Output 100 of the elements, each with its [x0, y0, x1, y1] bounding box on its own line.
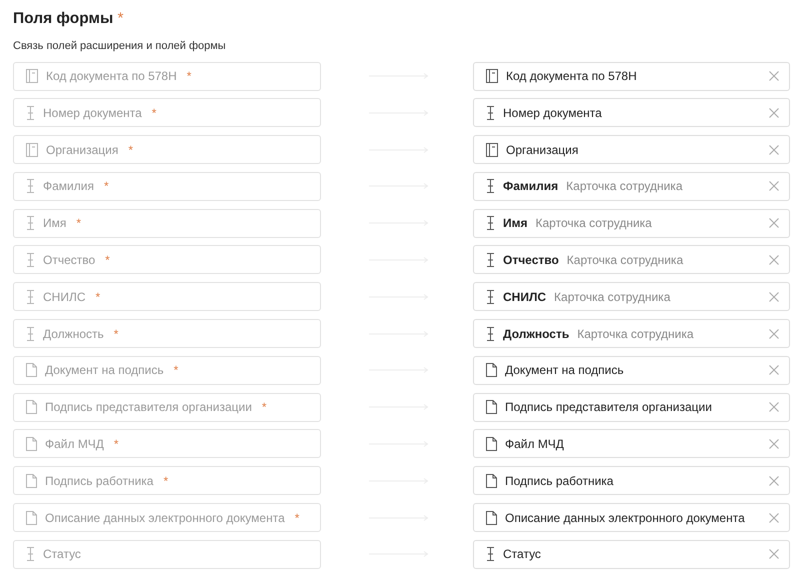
close-icon[interactable]: [769, 328, 779, 339]
text-cursor-icon: [486, 252, 495, 267]
required-mark: *: [105, 252, 110, 269]
required-mark: *: [186, 68, 192, 85]
text-cursor-icon: [486, 179, 495, 194]
close-icon[interactable]: [769, 512, 779, 523]
field-name: Подпись представителя организации: [505, 399, 712, 416]
form-icon: [486, 142, 498, 157]
required-mark: *: [104, 178, 109, 196]
file-icon: [26, 400, 37, 414]
text-cursor-icon: [26, 252, 35, 267]
required-mark: *: [294, 510, 300, 527]
text-cursor-icon: [26, 290, 35, 304]
mapped-field[interactable]: Код документа по 578Н: [473, 62, 790, 90]
close-icon[interactable]: [769, 254, 779, 265]
close-icon[interactable]: [769, 292, 779, 302]
mapped-field[interactable]: СНИЛС Карточка сотрудника: [473, 282, 790, 312]
field-label: Статус: [43, 546, 81, 564]
section-title: Поля формы: [13, 10, 114, 27]
field-name: Организация: [506, 142, 578, 159]
mapped-field[interactable]: Подпись работника: [473, 466, 790, 496]
file-icon: [26, 363, 37, 378]
close-icon[interactable]: [769, 365, 779, 376]
required-mark: *: [76, 215, 82, 232]
close-icon[interactable]: [769, 181, 779, 192]
mapped-field[interactable]: Должность Карточка сотрудника: [473, 319, 790, 348]
required-mark: *: [128, 142, 134, 159]
field-name: Имя: [503, 215, 528, 232]
file-icon: [26, 436, 37, 451]
field-label: СНИЛС: [43, 288, 86, 306]
field-label: Имя: [43, 215, 66, 232]
required-mark: *: [174, 362, 178, 380]
field-name: Номер документа: [503, 104, 602, 122]
source-label: Карточка сотрудника: [566, 252, 684, 269]
field-label: Описание данных электронного документа: [45, 510, 285, 527]
field-name: Фамилия: [503, 178, 558, 196]
source-label: Карточка сотрудника: [554, 288, 670, 306]
field-name: Код документа по 578Н: [506, 68, 637, 85]
mapped-field[interactable]: Отчество Карточка сотрудника: [473, 245, 790, 274]
field-name: СНИЛС: [503, 288, 546, 306]
mapped-field[interactable]: Документ на подпись: [473, 356, 790, 385]
close-icon[interactable]: [769, 144, 779, 155]
text-cursor-icon: [26, 547, 35, 562]
text-cursor-icon: [486, 326, 495, 341]
mapped-field[interactable]: Статус: [473, 540, 790, 569]
close-icon[interactable]: [769, 438, 779, 449]
text-cursor-icon: [26, 216, 35, 230]
close-icon[interactable]: [769, 476, 779, 486]
source-label: Карточка сотрудника: [536, 215, 652, 232]
field-name: Статус: [503, 546, 541, 564]
text-cursor-icon: [486, 547, 495, 562]
field-label: Код документа по 578Н: [46, 68, 177, 85]
field-label: Подпись представителя организации: [45, 399, 252, 416]
field-label: Организация: [46, 142, 118, 159]
source-label: Карточка сотрудника: [577, 326, 694, 343]
mapped-field[interactable]: Имя Карточка сотрудника: [473, 208, 790, 238]
source-label: Карточка сотрудника: [566, 178, 682, 196]
field-name: Должность: [503, 326, 570, 343]
required-mark: *: [262, 399, 267, 416]
file-icon: [486, 436, 497, 451]
text-cursor-icon: [26, 326, 35, 341]
field-name: Файл МЧД: [505, 436, 564, 453]
file-icon: [486, 363, 497, 378]
mapped-field[interactable]: Описание данных электронного документа: [473, 503, 790, 532]
close-icon[interactable]: [769, 218, 779, 228]
mapped-field[interactable]: Фамилия Карточка сотрудника: [473, 172, 790, 201]
file-icon: [26, 510, 37, 525]
mapped-field[interactable]: Подпись представителя организации: [473, 392, 790, 422]
close-icon[interactable]: [769, 71, 779, 81]
text-cursor-icon: [486, 106, 495, 120]
form-icon: [26, 69, 38, 83]
file-icon: [486, 400, 497, 414]
field-label: Документ на подпись: [45, 362, 164, 380]
field-name: Описание данных электронного документа: [505, 510, 745, 527]
mapped-field[interactable]: Номер документа: [473, 98, 790, 128]
file-icon: [26, 474, 37, 488]
required-mark: *: [118, 10, 124, 27]
field-label: Номер документа: [43, 104, 142, 122]
field-name: Подпись работника: [505, 472, 614, 490]
file-icon: [486, 474, 497, 488]
required-mark: *: [96, 288, 100, 306]
section-subtitle: Связь полей расширения и полей формы: [13, 39, 226, 54]
field-name: Отчество: [503, 252, 559, 269]
text-cursor-icon: [486, 216, 495, 230]
close-icon[interactable]: [769, 549, 779, 560]
close-icon[interactable]: [769, 108, 779, 118]
close-icon[interactable]: [769, 402, 779, 412]
field-label: Фамилия: [43, 178, 94, 196]
field-name: Документ на подпись: [505, 362, 624, 380]
field-label: Файл МЧД: [45, 436, 104, 453]
field-label: Отчество: [43, 252, 96, 269]
text-cursor-icon: [26, 106, 35, 120]
required-mark: *: [114, 326, 118, 343]
mapped-field[interactable]: Файл МЧД: [473, 429, 790, 458]
field-label: Подпись работника: [45, 472, 154, 490]
mapped-field[interactable]: Организация: [473, 135, 790, 164]
text-cursor-icon: [486, 290, 495, 304]
text-cursor-icon: [26, 179, 35, 194]
required-mark: *: [152, 104, 156, 122]
required-mark: *: [114, 436, 118, 453]
